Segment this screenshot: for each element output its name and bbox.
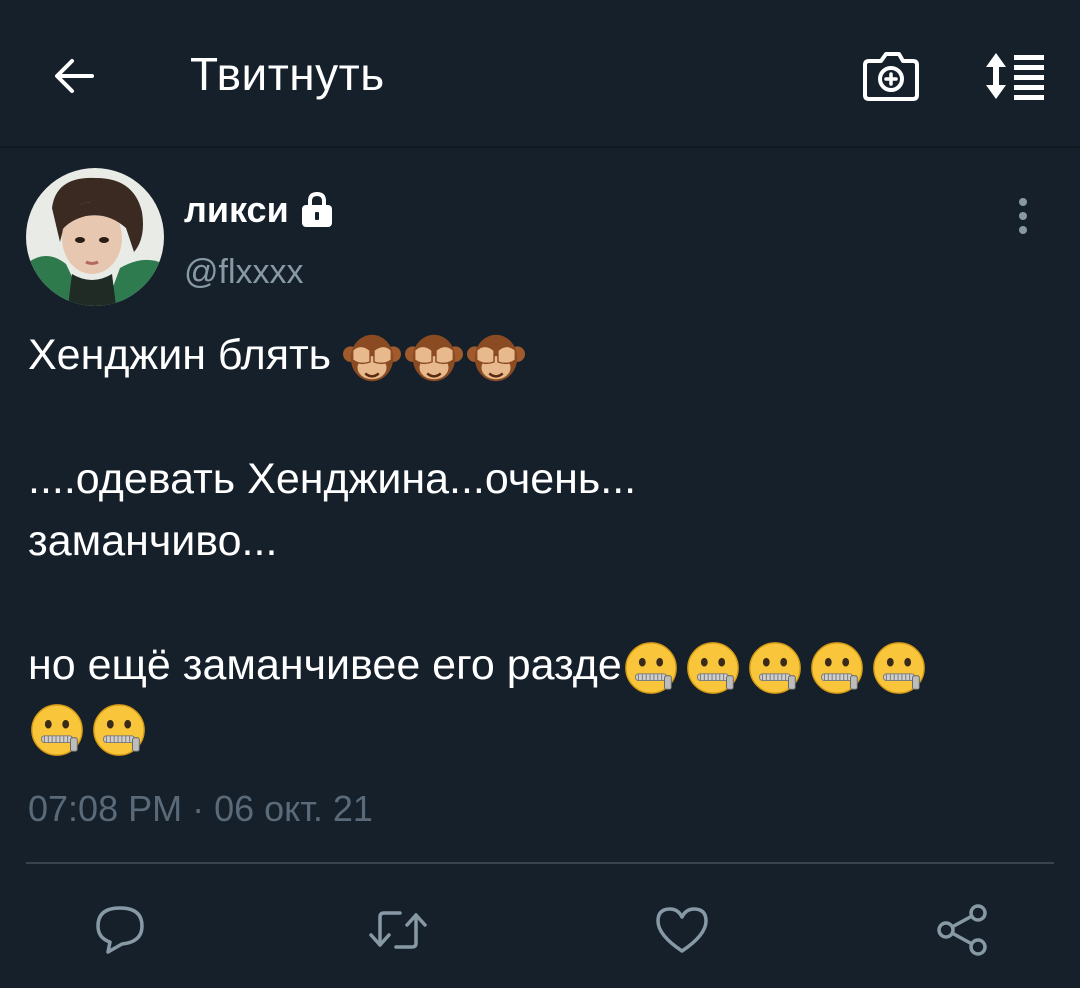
tweet-text: Хенджин блять ....одевать Хенджина...оче… bbox=[28, 324, 1058, 758]
user-name[interactable]: ликси bbox=[184, 186, 289, 234]
retweet-button[interactable] bbox=[366, 898, 430, 962]
zipper-mouth-emoji-group bbox=[28, 701, 152, 759]
avatar-photo bbox=[26, 168, 164, 306]
user-name-row[interactable]: ликси bbox=[184, 186, 337, 234]
tweet-detail-screen: Твитнуть ликси @flxxxx Хенджин блять ...… bbox=[0, 0, 1080, 988]
retweet-icon bbox=[369, 911, 427, 949]
zipper-mouth-emoji-group bbox=[622, 639, 932, 697]
tweet-line-1: Хенджин блять bbox=[28, 324, 1058, 386]
share-icon bbox=[937, 904, 987, 956]
zipper-mouth-face-icon bbox=[872, 641, 925, 694]
tweet-line-4-text: но ещё заманчивее его разде bbox=[28, 641, 622, 689]
tweet-line-5 bbox=[28, 696, 1058, 758]
see-no-evil-monkey-emoji-group bbox=[343, 329, 529, 387]
zipper-mouth-face-icon bbox=[748, 641, 801, 694]
see-no-evil-monkey-icon bbox=[343, 334, 402, 381]
like-button[interactable] bbox=[650, 898, 714, 962]
zipper-mouth-face-icon bbox=[31, 703, 83, 756]
sort-button[interactable] bbox=[980, 46, 1050, 106]
tweet-time: 07:08 PM bbox=[28, 788, 183, 829]
tweet-line-3: заманчиво... bbox=[28, 517, 278, 565]
more-options-button[interactable] bbox=[1008, 194, 1038, 238]
tweet-line-2: ....одевать Хенджина...очень... bbox=[28, 455, 637, 503]
camera-button[interactable] bbox=[858, 44, 924, 106]
zipper-mouth-face-icon bbox=[624, 641, 677, 694]
zipper-mouth-face-icon bbox=[810, 641, 863, 694]
top-app-bar: Твитнуть bbox=[0, 0, 1080, 148]
user-handle[interactable]: @flxxxx bbox=[184, 250, 304, 294]
lock-icon bbox=[297, 190, 337, 230]
back-button[interactable] bbox=[48, 50, 100, 102]
arrow-left-icon bbox=[55, 59, 94, 93]
reply-bubble-icon bbox=[96, 906, 144, 954]
share-button[interactable] bbox=[930, 898, 994, 962]
divider bbox=[26, 862, 1054, 864]
see-no-evil-monkey-icon bbox=[467, 334, 526, 381]
tweet-line-4: но ещё заманчивее его разде bbox=[28, 634, 1058, 696]
reply-button[interactable] bbox=[88, 898, 152, 962]
camera-plus-icon bbox=[863, 52, 919, 101]
heart-icon bbox=[656, 907, 708, 953]
see-no-evil-monkey-icon bbox=[405, 334, 464, 381]
sort-list-icon bbox=[986, 53, 1044, 100]
tweet-timestamp[interactable]: 07:08 PM · 06 окт. 21 bbox=[28, 786, 373, 832]
page-title: Твитнуть bbox=[190, 48, 385, 100]
tweet-line-1-text: Хенджин блять bbox=[28, 331, 332, 379]
vertical-dots-icon bbox=[1019, 198, 1027, 234]
timestamp-separator: · bbox=[192, 788, 205, 829]
avatar[interactable] bbox=[26, 168, 164, 306]
zipper-mouth-face-icon bbox=[686, 641, 739, 694]
zipper-mouth-face-icon bbox=[93, 703, 145, 756]
tweet-date: 06 окт. 21 bbox=[214, 788, 373, 829]
